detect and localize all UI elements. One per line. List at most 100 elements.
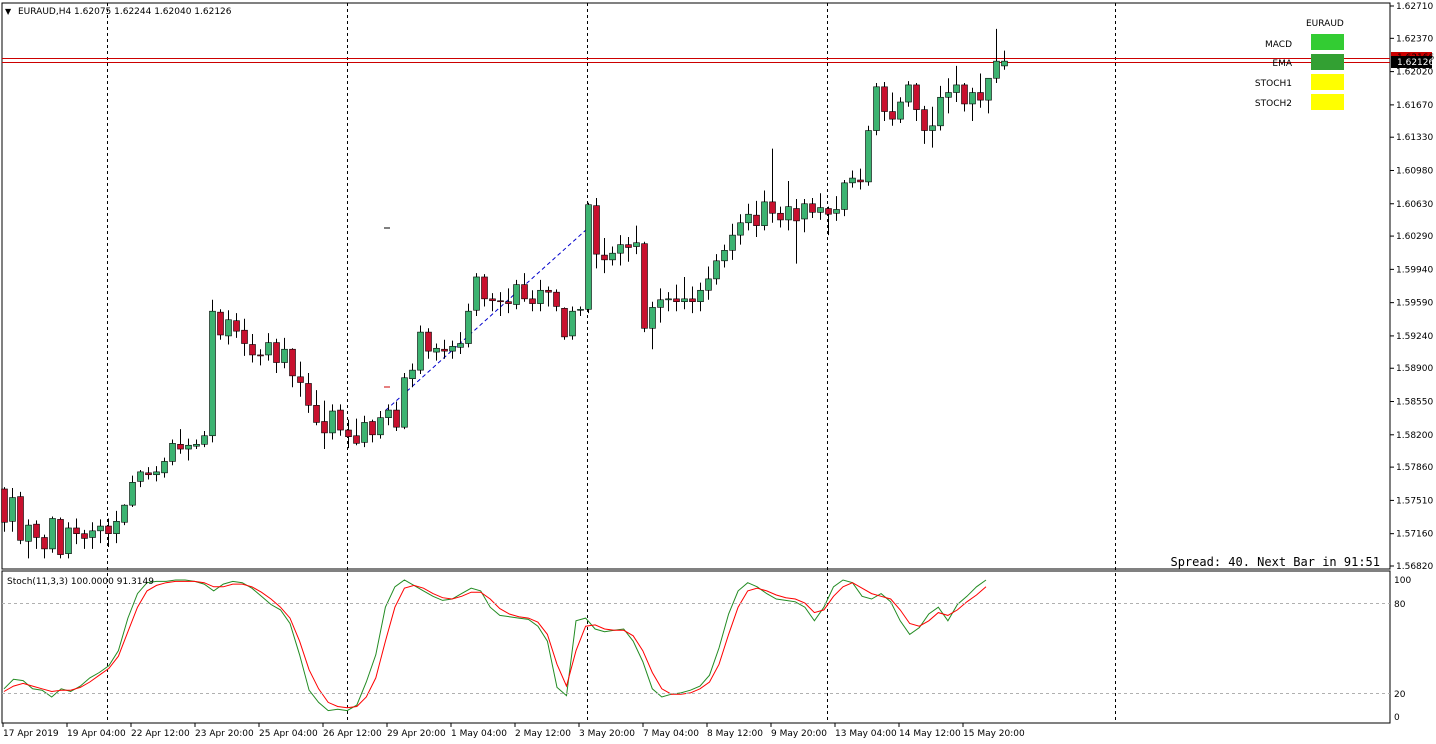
signal-label-stoch2: STOCH2 [1255,99,1292,109]
candle-bear [977,92,984,101]
candle-bull [225,319,232,337]
time-tick-label: 19 Apr 04:00 [67,729,126,739]
candle-bull [385,409,392,418]
price-tick-label: 1.58550 [1396,398,1433,408]
time-tick-label: 2 May 12:00 [515,729,571,739]
candle-bull [513,284,520,305]
candle-bull [201,435,208,445]
price-tick-label: 1.61670 [1396,101,1433,111]
candle-bull [785,206,792,221]
stoch-tick-80: 80 [1394,600,1406,610]
stoch-label: Stoch(11,3,3) 100.0000 91.3149 [7,577,154,587]
candle-bear [241,329,248,344]
candle-bull [817,207,824,213]
price-tick-label: 1.60290 [1396,232,1433,242]
candle-bull [433,347,440,353]
chart-dropdown-icon[interactable]: ▼ [5,7,12,16]
candle-bull [1001,60,1008,67]
candle-bull [745,213,752,224]
candle-bull [633,242,640,247]
candle-bear [289,348,296,377]
candle-bear [521,284,528,300]
time-tick-label: 26 Apr 12:00 [323,729,382,739]
candle-bear [553,291,560,307]
candle-bear [913,84,920,110]
signal-panel-title: EURAUD [1306,19,1344,29]
candle-bull [865,130,872,183]
candle-bull [121,504,128,523]
candle-bear [249,344,256,356]
candle-bear [17,496,24,541]
candle-bear [57,519,64,555]
candle-bear [673,298,680,302]
candle-bull [841,182,848,210]
candle-bull [449,346,456,352]
candle-bull [129,482,136,506]
candle-bear [961,84,968,105]
candle-bear [369,421,376,436]
price-tick-label: 1.59940 [1396,265,1433,275]
candle-bear [441,348,448,352]
time-axis: 17 Apr 2019 19 Apr 04:00 22 Apr 12:00 23 Ap… [2,723,1025,739]
spread-info: Spread: 40. Next Bar in 91:51 [1170,555,1380,569]
candle-bull [801,203,808,220]
candle-bear [777,212,784,221]
candle-bull [473,276,480,311]
candle-bear [505,301,512,304]
candle-bull [681,298,688,302]
candle-bull [897,101,904,120]
signal-label-macd: MACD [1265,40,1292,50]
candle-bull [89,530,96,538]
price-tick-label: 1.59240 [1396,332,1433,342]
candle-bear [425,331,432,352]
candle-bear [689,298,696,302]
candle-bear [641,243,648,329]
candle-bear [793,208,800,222]
stoch-tick-100: 100 [1394,576,1411,586]
candle-bear [81,533,88,539]
time-tick-label: 3 May 20:00 [579,729,635,739]
candle-bull [377,417,384,436]
candle-bear [217,311,224,336]
candle-bull [409,369,416,379]
time-tick-label: 17 Apr 2019 [3,729,59,739]
candle-bear [297,376,304,383]
candle-bear [753,214,760,226]
symbol-header: EURAUD,H4 1.62075 1.62244 1.62040 1.6212… [18,7,232,17]
signal-box-macd [1311,34,1344,50]
time-tick-label: 22 Apr 12:00 [131,729,190,739]
main-chart-frame [1,2,1391,570]
price-tick-label: 1.60980 [1396,166,1433,176]
candle-bear [353,435,360,444]
indicator-frame [1,570,1391,724]
candle-bull [185,444,192,450]
candle-bear [145,472,152,476]
price-tick-label: 1.60630 [1396,200,1433,210]
candle-bear [889,111,896,120]
stoch-tick-0: 0 [1394,713,1400,723]
candle-bear [857,179,864,183]
candle-bear [625,244,632,248]
candle-bull [97,525,104,532]
time-tick-label: 23 Apr 20:00 [195,729,254,739]
candle-bear [393,409,400,428]
current-price-label: 1.62126 [1397,58,1434,68]
candle-bull [281,348,288,363]
chart-window[interactable]: ▼ EURAUD,H4 1.62075 1.62244 1.62040 1.62… [0,0,1436,744]
candle-bear [337,409,344,431]
candle-bear [545,289,552,293]
candle-bull [713,260,720,280]
time-tick-label: 25 Apr 04:00 [259,729,318,739]
candle-bull [25,524,32,542]
candle-bear [321,421,328,434]
candle-bull [569,310,576,337]
candle-bull [737,222,744,236]
candle-bear [257,354,264,357]
candle-bear [921,109,928,131]
candle-bull [969,92,976,105]
candle-bear [481,276,488,300]
candle-bull [649,307,656,329]
candle-bear [73,527,80,534]
candle-bull [465,310,472,344]
time-tick-label: 29 Apr 20:00 [387,729,446,739]
